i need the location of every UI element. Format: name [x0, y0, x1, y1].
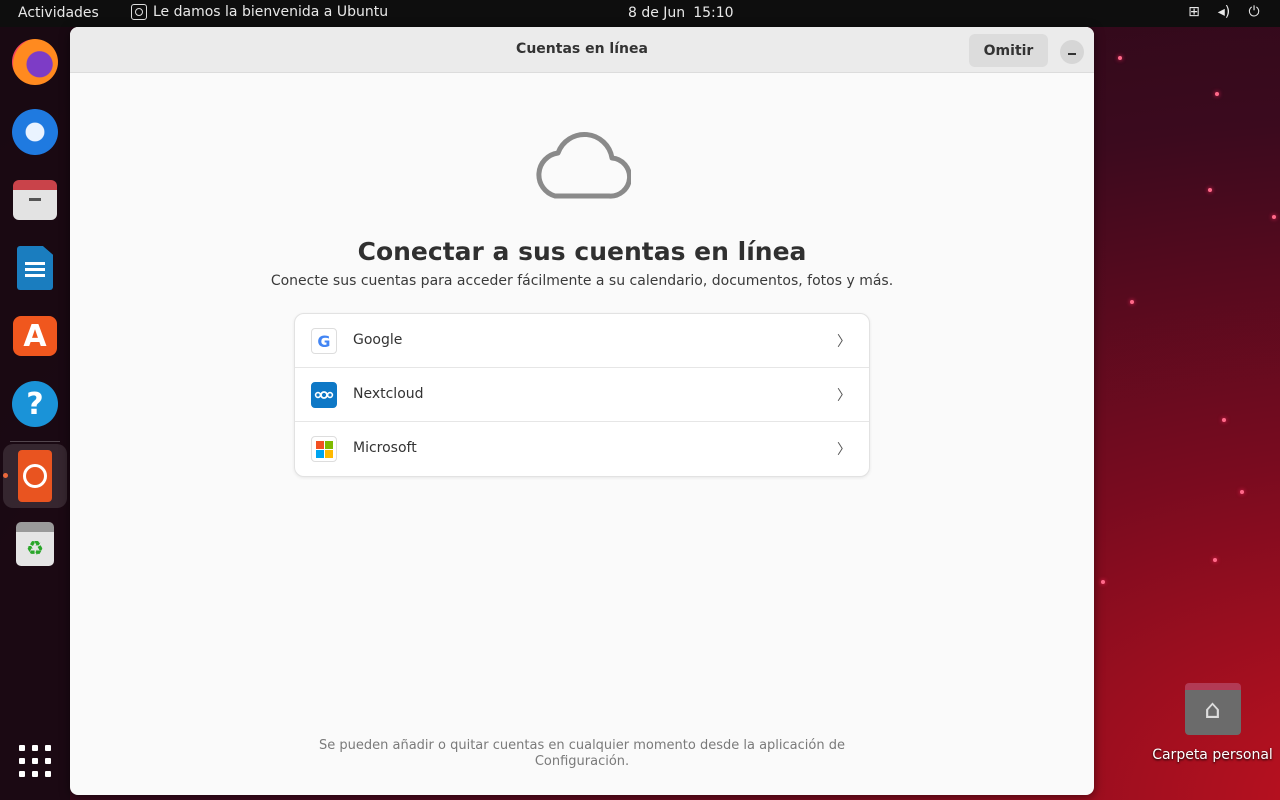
footer-note: Se pueden añadir o quitar cuentas en cua…: [319, 738, 845, 769]
app-menu-title: Le damos la bienvenida a Ubuntu: [153, 4, 389, 20]
minimize-button[interactable]: [1060, 40, 1084, 64]
chevron-right-icon: 〉: [837, 334, 851, 350]
dock-separator: [10, 441, 60, 442]
chevron-right-icon: 〉: [837, 388, 851, 404]
app-center-icon: A: [13, 316, 57, 356]
dock-writer[interactable]: [10, 243, 60, 293]
wallpaper-sparkle: [1213, 558, 1217, 562]
cloud-icon: [536, 131, 631, 199]
home-folder-icon: [1184, 683, 1241, 735]
provider-label: Microsoft: [353, 440, 417, 456]
dock-help[interactable]: ?: [10, 379, 60, 429]
top-bar: Actividades Le damos la bienvenida a Ubu…: [0, 0, 1280, 27]
provider-row-microsoft[interactable]: Microsoft 〉: [295, 422, 869, 476]
wallpaper-sparkle: [1272, 215, 1276, 219]
volume-icon[interactable]: ◂): [1216, 4, 1232, 20]
header-bar: Cuentas en línea Omitir: [70, 27, 1094, 73]
dock-welcome[interactable]: [3, 444, 67, 508]
ubuntu-welcome-icon: [18, 450, 52, 502]
window-title: Cuentas en línea: [516, 41, 648, 57]
provider-list: G Google 〉 Nextcloud 〉 Microsoft 〉: [294, 313, 870, 477]
clock[interactable]: 8 de Jun 15:10: [628, 5, 734, 21]
writer-icon: [17, 246, 53, 290]
dock-files[interactable]: [10, 175, 60, 225]
desktop-home-folder[interactable]: Carpeta personal: [1150, 683, 1275, 763]
wallpaper-sparkle: [1208, 188, 1212, 192]
dock-app-center[interactable]: A: [10, 311, 60, 361]
app-menu[interactable]: Le damos la bienvenida a Ubuntu: [131, 4, 388, 20]
welcome-app-icon: [131, 4, 147, 20]
system-tray[interactable]: ⊞ ◂) ⏻: [1186, 4, 1262, 20]
network-icon[interactable]: ⊞: [1186, 4, 1202, 20]
skip-button[interactable]: Omitir: [969, 34, 1048, 67]
wallpaper-sparkle: [1222, 418, 1226, 422]
help-icon: ?: [12, 381, 58, 427]
nextcloud-icon: [311, 382, 337, 408]
thunderbird-icon: [12, 109, 58, 155]
provider-row-google[interactable]: G Google 〉: [295, 314, 869, 368]
dock-trash[interactable]: ♻: [10, 519, 60, 569]
provider-label: Nextcloud: [353, 386, 424, 402]
provider-label: Google: [353, 332, 403, 348]
activities-button[interactable]: Actividades: [18, 5, 99, 21]
show-apps-button[interactable]: [19, 745, 51, 777]
clock-date: 8 de Jun: [628, 5, 686, 21]
welcome-window: Cuentas en línea Omitir Conectar a sus c…: [70, 27, 1094, 795]
wallpaper-sparkle: [1130, 300, 1134, 304]
page-title: Conectar a sus cuentas en línea: [357, 237, 807, 266]
wallpaper-sparkle: [1215, 92, 1219, 96]
clock-time: 15:10: [693, 5, 734, 21]
home-folder-label: Carpeta personal: [1152, 747, 1273, 763]
dock-thunderbird[interactable]: [10, 107, 60, 157]
firefox-icon: [12, 39, 58, 85]
files-icon: [13, 180, 57, 220]
wallpaper-sparkle: [1101, 580, 1105, 584]
trash-icon: ♻: [16, 522, 54, 566]
microsoft-icon: [311, 436, 337, 462]
chevron-right-icon: 〉: [837, 442, 851, 458]
page-subtitle: Conecte sus cuentas para acceder fácilme…: [270, 273, 894, 289]
google-icon: G: [311, 328, 337, 354]
dock: A ? ♻: [0, 27, 70, 800]
dock-firefox[interactable]: [10, 37, 60, 87]
provider-row-nextcloud[interactable]: Nextcloud 〉: [295, 368, 869, 422]
wallpaper-sparkle: [1240, 490, 1244, 494]
power-icon[interactable]: ⏻: [1246, 4, 1262, 20]
wallpaper-sparkle: [1118, 56, 1122, 60]
